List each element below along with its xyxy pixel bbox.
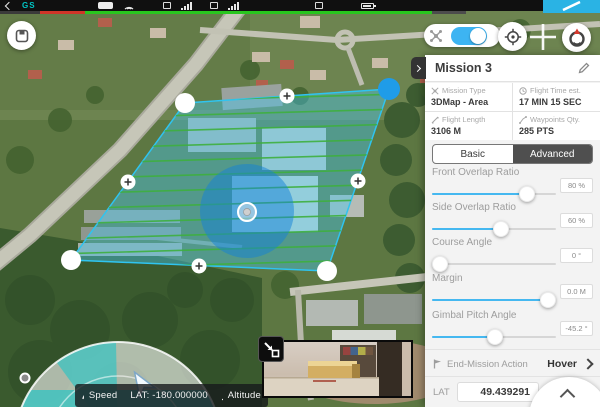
stat-waypoints-qty: Waypoints Qty. 285 PTS [513,112,600,140]
remote-controller-icon [163,2,171,9]
compass-icon [567,28,587,48]
mode-tabs: Basic Advanced [432,144,593,164]
mission-title: Mission 3 [435,61,578,75]
drone-visibility-toggle-pill [424,24,500,47]
speed-arrow-icon [82,390,84,401]
target-icon [504,28,522,46]
expand-arrow-icon [259,337,283,361]
stat-mission-type: Mission Type 3DMap - Area [425,83,512,111]
course-angle-slider[interactable] [432,256,556,272]
speed-label: Speed [89,390,117,401]
midpoint-handle-plus-icon [280,89,295,104]
area-center-marker[interactable] [238,203,256,221]
expand-preview-button[interactable] [258,336,284,362]
hd-signal-icon [228,2,239,10]
stat-flight-length: Flight Length 3106 M [425,112,512,140]
panel-header: Mission 3 [425,55,600,82]
mission-panel: Mission 3 Mission Type 3DMap - Area Flig… [425,55,600,407]
mission-planner-app: GS [0,0,600,407]
midpoint-handle-plus-icon [121,175,136,190]
chevron-right-icon [414,64,421,71]
clock-icon [519,87,527,95]
lat-readout: LAT: -180.000000 [130,390,208,401]
chevron-right-icon [582,358,593,369]
edit-pencil-icon[interactable] [578,62,590,74]
slider-margin: Margin 0.0 M [425,273,600,307]
end-mission-action-row[interactable]: End-Mission Action Hover [425,352,600,376]
tab-basic[interactable]: Basic [433,145,513,163]
waypoints-icon [519,116,527,124]
stat-flight-time: Flight Time est. 17 MIN 15 SEC [513,83,600,111]
vertex-handle [317,261,337,281]
app-logo: GS [22,1,36,10]
save-icon [15,29,29,43]
slider-gimbal-pitch: Gimbal Pitch Angle -45.2 ° [425,310,600,344]
vertex-handle-selected [378,78,400,100]
progress-segment-dark [0,11,40,14]
aircraft-mode-icon [98,2,113,9]
gimbal-pitch-value[interactable]: -45.2 ° [560,321,593,336]
compass-edge-dot [21,374,30,383]
drone-icon [431,87,439,95]
midpoint-handle-plus-icon [192,259,207,274]
rc-antenna-icon [123,1,135,10]
vertex-handle [61,250,81,270]
slider-course-angle: Course Angle 0 ° [425,237,600,271]
slider-front-overlap: Front Overlap Ratio 80 % [425,167,600,201]
midpoint-handle-plus-icon [351,174,366,189]
rc-signal-icon [181,2,192,10]
map-compass-button[interactable] [562,23,591,52]
status-bar: GS [0,0,600,11]
toggle-switch-on[interactable] [451,27,487,45]
altitude-label: Altitude [228,390,261,401]
battery-progress-green [85,11,432,14]
hd-video-icon [210,2,218,9]
lat-input[interactable]: 49.439291 [457,382,539,402]
slider-side-overlap: Side Overlap Ratio 60 % [425,202,600,236]
flag-icon [433,359,442,369]
end-mission-value: Hover [547,358,577,370]
ruler-icon [431,116,439,124]
back-icon[interactable] [5,1,13,9]
mission-stats-grid: Mission Type 3DMap - Area Flight Time es… [425,83,600,140]
side-overlap-slider[interactable] [432,221,556,237]
locate-aircraft-button[interactable] [498,22,527,51]
front-overlap-value[interactable]: 80 % [560,178,593,193]
tab-advanced[interactable]: Advanced [513,145,593,163]
battery-icon [361,3,374,9]
telemetry-bar: Speed LAT: -180.000000 Altitude [75,384,268,407]
launch-button[interactable] [543,0,600,13]
course-angle-value[interactable]: 0 ° [560,248,593,263]
battery-progress-red [40,11,85,14]
gimbal-pitch-slider[interactable] [432,329,556,345]
camera-settings-icon[interactable] [315,2,323,9]
side-overlap-value[interactable]: 60 % [560,213,593,228]
paper-plane-icon [563,2,580,10]
camera-preview[interactable] [262,340,413,398]
panel-collapse-tab[interactable] [411,57,426,79]
margin-slider[interactable] [432,292,556,308]
drone-icon [429,30,443,42]
vertex-handle [175,93,195,113]
margin-value[interactable]: 0.0 M [560,284,593,299]
progress-segment-dark-right [432,11,466,14]
save-mission-button[interactable] [7,21,36,50]
altitude-icon [221,391,223,401]
front-overlap-slider[interactable] [432,186,556,202]
